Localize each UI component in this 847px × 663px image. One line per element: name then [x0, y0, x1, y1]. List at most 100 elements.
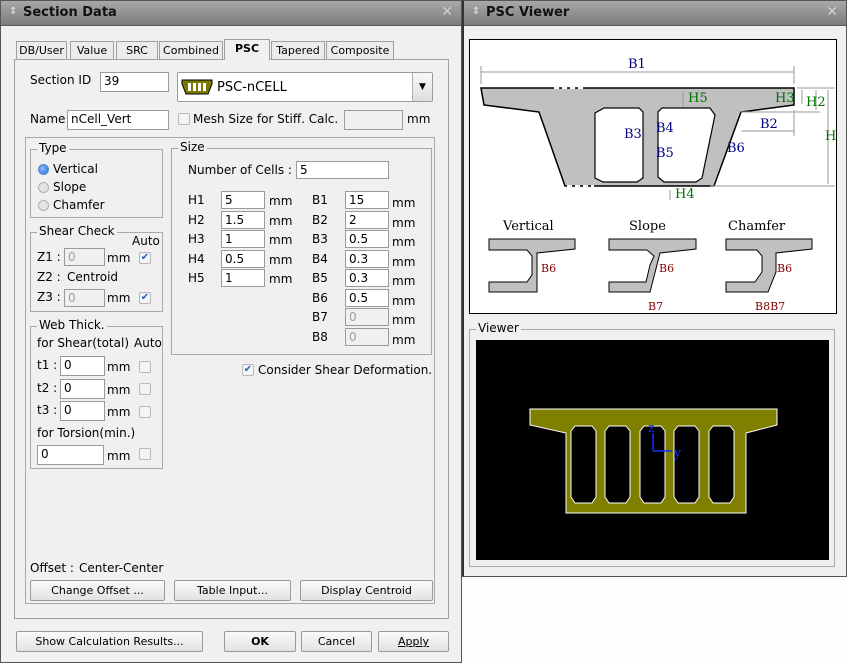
- b-param-unit: mm: [392, 215, 416, 230]
- number-of-cells-label: Number of Cells :: [188, 163, 292, 177]
- tab-tapered[interactable]: Tapered: [271, 41, 325, 59]
- b-param-unit: mm: [392, 274, 416, 288]
- h-param-input[interactable]: 1: [221, 269, 265, 287]
- z3-input[interactable]: 0: [64, 289, 105, 307]
- viewer-group-label: Viewer: [476, 321, 521, 335]
- b-param-input[interactable]: 0.5: [345, 288, 389, 307]
- b-param-label: B6: [312, 290, 328, 305]
- web-type-vertical-label: Vertical: [502, 219, 554, 234]
- tab-value[interactable]: Value: [70, 41, 114, 59]
- z1-label: Z1 :: [37, 250, 61, 264]
- h-param-label: H5: [188, 271, 205, 285]
- close-icon[interactable]: ✕: [826, 4, 838, 20]
- show-calculation-results-button[interactable]: Show Calculation Results...: [16, 631, 203, 652]
- web-type-thumbnails: Vertical B6 Slope B6 B7 Chamfer B6 B8B7: [488, 219, 813, 313]
- b-param-input[interactable]: 0.3: [345, 249, 389, 268]
- b-param-unit: mm: [392, 332, 416, 347]
- name-input[interactable]: nCell_Vert: [67, 110, 169, 130]
- z1-input[interactable]: 0: [64, 248, 105, 266]
- torsion-input[interactable]: 0: [37, 445, 104, 465]
- t1-auto-checkbox[interactable]: [139, 361, 151, 373]
- dim-label-h1: H1: [825, 129, 837, 144]
- close-icon[interactable]: ✕: [441, 4, 453, 20]
- t2-auto-checkbox[interactable]: [139, 383, 151, 395]
- h-param-label: H3: [188, 232, 205, 246]
- dim-label-b4: B4: [656, 121, 674, 136]
- type-slope-label: Slope: [53, 180, 87, 194]
- consider-shear-checkbox[interactable]: ✔: [242, 364, 254, 376]
- number-of-cells-input[interactable]: 5: [296, 161, 389, 179]
- b-param-unit: mm: [392, 293, 416, 308]
- tab-db-user[interactable]: DB/User: [16, 41, 67, 59]
- dim-label-h4: H4: [675, 187, 695, 202]
- web-type-vertical-b6: B6: [541, 262, 556, 275]
- h-param-input[interactable]: 1: [221, 230, 265, 248]
- z3-auto-checkbox[interactable]: ✔: [139, 292, 151, 304]
- b-param-unit: mm: [392, 254, 416, 269]
- section-id-input[interactable]: 39: [100, 72, 169, 92]
- apply-button[interactable]: Apply: [378, 631, 449, 652]
- table-input-button[interactable]: Table Input...: [174, 580, 291, 601]
- shear-check-label: Shear Check: [37, 224, 117, 238]
- change-offset-button[interactable]: Change Offset ...: [30, 580, 165, 601]
- offset-label: Offset :: [30, 561, 74, 575]
- b-param-unit: mm: [392, 196, 416, 210]
- t1-input[interactable]: 0: [60, 356, 105, 376]
- type-vertical-radio[interactable]: [38, 164, 49, 175]
- mesh-size-input[interactable]: [344, 110, 403, 130]
- torsion-unit: mm: [107, 449, 131, 463]
- collapse-icon[interactable]: ⇕: [9, 6, 17, 18]
- z2-label: Z2 :: [37, 270, 61, 284]
- shear-auto-label: Auto: [132, 234, 160, 248]
- h-param-input[interactable]: 1.5: [221, 210, 265, 229]
- psc-section-diagram: B1 B2 B3 B4 B5 B6 H5 H3 H2 H1 H4 Vertica…: [469, 39, 837, 314]
- dim-label-b1: B1: [628, 57, 646, 72]
- t1-label: t1 :: [37, 358, 58, 372]
- collapse-icon[interactable]: ⇕: [472, 6, 480, 18]
- tab-composite[interactable]: Composite: [326, 41, 394, 59]
- section-id-label: Section ID: [30, 73, 92, 87]
- type-slope-radio[interactable]: [38, 182, 49, 193]
- web-thick-label: Web Thick.: [37, 318, 107, 332]
- web-auto-label: Auto: [134, 336, 162, 350]
- b-param-input[interactable]: 0.3: [345, 269, 389, 287]
- section-viewer-canvas[interactable]: z y: [476, 340, 829, 560]
- dim-label-b6: B6: [727, 141, 745, 156]
- b-param-input[interactable]: 0.5: [345, 230, 389, 248]
- cancel-button[interactable]: Cancel: [301, 631, 372, 652]
- psc-viewer-window: ⇕ PSC Viewer ✕ B1 B2 B3 B4 B5 B6 H5 H3 H…: [462, 0, 847, 577]
- h-param-input[interactable]: 5: [221, 191, 265, 209]
- b-param-input[interactable]: 2: [345, 210, 389, 229]
- torsion-auto-checkbox[interactable]: [139, 448, 151, 460]
- t2-input[interactable]: 0: [60, 379, 105, 399]
- web-type-chamfer-b8b7: B8B7: [755, 300, 785, 313]
- t3-input[interactable]: 0: [60, 401, 105, 421]
- web-type-chamfer-b6: B6: [777, 262, 792, 275]
- b-param-input[interactable]: 0: [345, 308, 389, 326]
- type-vertical-label: Vertical: [53, 162, 98, 176]
- section-type-dropdown[interactable]: PSC-nCELL ▼: [177, 72, 433, 102]
- chevron-down-icon[interactable]: ▼: [412, 73, 432, 101]
- t2-label: t2 :: [37, 381, 58, 395]
- psc-viewer-titlebar[interactable]: ⇕ PSC Viewer ✕: [464, 1, 846, 26]
- t3-unit: mm: [107, 405, 131, 419]
- tab-src[interactable]: SRC: [116, 41, 158, 59]
- b-param-unit: mm: [392, 235, 416, 249]
- b-param-input[interactable]: 15: [345, 191, 389, 209]
- type-chamfer-radio[interactable]: [38, 200, 49, 211]
- z1-auto-checkbox[interactable]: ✔: [139, 252, 151, 264]
- tab-combined[interactable]: Combined: [159, 41, 223, 59]
- t1-unit: mm: [107, 360, 131, 374]
- display-centroid-button[interactable]: Display Centroid: [300, 580, 433, 601]
- h-param-input[interactable]: 0.5: [221, 249, 265, 268]
- tab-psc[interactable]: PSC: [224, 39, 270, 60]
- b-param-input[interactable]: 0: [345, 327, 389, 346]
- shear-total-label: for Shear(total): [37, 336, 130, 350]
- mesh-size-checkbox[interactable]: [178, 113, 190, 125]
- section-data-titlebar[interactable]: ⇕ Section Data ✕: [1, 1, 461, 26]
- web-type-slope-b7: B7: [648, 300, 663, 313]
- name-label: Name: [30, 112, 66, 126]
- ok-button[interactable]: OK: [224, 631, 296, 652]
- t3-auto-checkbox[interactable]: [139, 406, 151, 418]
- dim-label-b2: B2: [760, 117, 778, 132]
